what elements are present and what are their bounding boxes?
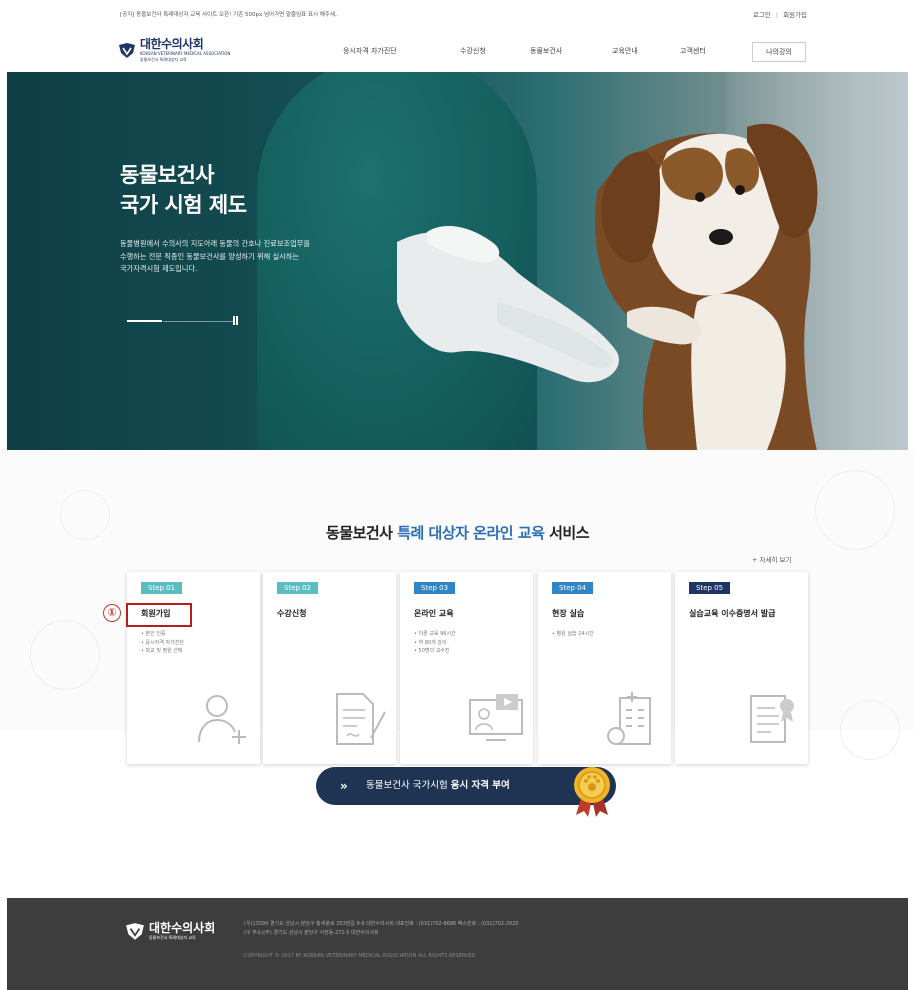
- document-sign-icon: [336, 693, 386, 745]
- more-link[interactable]: + 자세히 보기: [752, 554, 791, 564]
- notice-text[interactable]: [공지] 동물보건사 특례대상자 교육 사이트 오픈! 기존 500px 넘어가…: [120, 10, 339, 18]
- hero-title-line2: 국가 시험 제도: [120, 193, 247, 217]
- footer-address-line1: (우)13590 경기도 성남시 분당구 황새울로 353번길 9-6 대한수의…: [244, 921, 519, 927]
- step-badge: Step 02: [277, 582, 319, 594]
- site-footer: 대한수의사회 동물보건사 특례대상자 교육 (우)13590 경기도 성남시 분…: [7, 898, 908, 990]
- step-detail-item: • 약 80개 강의: [414, 639, 447, 646]
- hero-desc-line1: 동물병원에서 수의사의 지도아래 동물의 간호나 진료보조업무를: [120, 239, 310, 248]
- step-badge: Step 05: [689, 582, 731, 594]
- nav-customer-center[interactable]: 고객센터: [680, 46, 706, 56]
- double-chevron-right-icon: »: [340, 779, 348, 793]
- step-detail-item: • 학교 및 병원 선택: [141, 648, 183, 654]
- qualification-text: 동물보건사 국가시험: [366, 780, 451, 791]
- step-card-1[interactable]: Step 01 회원가입 • 본인 인증 • 응시자격 자가진단 • 학교 및 …: [127, 572, 260, 764]
- service-title-part1: 동물보건사: [325, 524, 398, 542]
- step-details: • 병원 실습 24시간: [552, 630, 594, 639]
- step-details: • 본인 인증 • 응시자격 자가진단 • 학교 및 병원 선택: [141, 630, 184, 656]
- hero-title-line1: 동물보건사: [120, 163, 215, 187]
- pause-icon[interactable]: [233, 316, 239, 325]
- my-course-button[interactable]: 나의강의: [752, 42, 806, 62]
- step-detail-item: • 본인 인증: [141, 631, 166, 637]
- step-detail-item: • 응시자격 자가진단: [141, 639, 184, 646]
- step-name: 온라인 교육: [414, 609, 454, 618]
- step-marker-1: ①: [103, 604, 121, 622]
- nav-vet-nurse[interactable]: 동물보건사: [530, 46, 562, 56]
- signup-link[interactable]: 회원가입: [783, 11, 807, 19]
- step-card-2[interactable]: Step 02 수강신청: [263, 572, 396, 764]
- hero-description: 동물병원에서 수의사의 지도아래 동물의 간호나 진료보조업무를 수행하는 전문…: [120, 238, 410, 276]
- site-header: 대한수의사회 KOREAN VETERINARY MEDICAL ASSOCIA…: [0, 30, 915, 72]
- auth-links: 로그인 | 회원가입: [753, 9, 807, 19]
- hero-desc-line3: 국가자격시험 제도입니다.: [120, 264, 198, 273]
- footer-logo-subtitle: 동물보건사 특례대상자 교육: [149, 935, 196, 940]
- step-badge: Step 03: [414, 582, 456, 594]
- auth-separator: |: [775, 11, 779, 19]
- step-name: 수강신청: [277, 609, 307, 618]
- service-section: 동물보건사 특례 대상자 온라인 교육 서비스 + 자세히 보기 Step 01…: [0, 450, 915, 764]
- service-title: 동물보건사 특례 대상자 온라인 교육 서비스: [0, 522, 915, 543]
- qualification-text-bold: 응시 자격 부여: [450, 780, 510, 791]
- main-nav: 응시자격 자가진단 수강신청 동물보건사 교육안내 고객센터 나의강의: [0, 42, 915, 62]
- puppy-image: [397, 123, 818, 450]
- footer-logo-title: 대한수의사회: [149, 921, 216, 935]
- step-badge: Step 01: [141, 582, 183, 594]
- top-bar: [공지] 동물보건사 특례대상자 교육 사이트 오픈! 기존 500px 넘어가…: [0, 0, 915, 30]
- footer-address: (우)13590 경기도 성남시 분당구 황새울로 353번길 9-6 대한수의…: [244, 920, 519, 938]
- step-name: 현장 실습: [552, 609, 585, 618]
- medal-icon: [574, 767, 610, 817]
- step-detail-item: • 병원 실습 24시간: [552, 631, 594, 637]
- slider-progress-active: [127, 320, 162, 322]
- hero-title: 동물보건사 국가 시험 제도: [120, 160, 247, 220]
- nav-self-diagnosis[interactable]: 응시자격 자가진단: [343, 46, 397, 56]
- vet-shield-icon: [126, 922, 144, 940]
- slider-progress-track[interactable]: [163, 320, 233, 322]
- footer-logo[interactable]: 대한수의사회 동물보건사 특례대상자 교육: [125, 922, 215, 941]
- nav-education-info[interactable]: 교육안내: [612, 46, 638, 56]
- hero-desc-line2: 수행하는 전문 직종인 동물보건사를 양성하기 위해 실시하는: [120, 251, 300, 261]
- certificate-icon: [750, 695, 794, 743]
- hero-banner: 동물보건사 국가 시험 제도 동물병원에서 수의사의 지도아래 동물의 간호나 …: [7, 72, 908, 450]
- step-card-5[interactable]: Step 05 실습교육 이수증명서 발급: [675, 572, 808, 764]
- qualification-label: 동물보건사 국가시험 응시 자격 부여: [366, 767, 510, 805]
- login-link[interactable]: 로그인: [753, 11, 771, 19]
- step-card-4[interactable]: Step 04 현장 실습 • 병원 실습 24시간: [538, 572, 671, 764]
- highlight-box-signup: [126, 603, 192, 627]
- service-title-highlight: 특례 대상자 온라인 교육: [397, 524, 545, 542]
- step-badge: Step 04: [552, 582, 594, 594]
- footer-copyright: COPYRIGHT © 2017 BY KOREAN VETERINARY ME…: [244, 953, 476, 959]
- step-detail-item: • 50명의 교수진: [414, 648, 450, 654]
- step-details: • 이론 교육 96시간 • 약 80개 강의 • 50명의 교수진: [414, 630, 456, 656]
- step-detail-item: • 이론 교육 96시간: [414, 631, 456, 637]
- nav-registration[interactable]: 수강신청: [460, 46, 486, 56]
- footer-address-line2: (구 주소)(주) 경기도 성남시 분당구 서현동 272-5 대한수의사회: [244, 930, 379, 936]
- bg-decoration-circle: [840, 700, 900, 760]
- bg-decoration-circle: [30, 620, 100, 690]
- step-card-3[interactable]: Step 03 온라인 교육 • 이론 교육 96시간 • 약 80개 강의 •…: [400, 572, 533, 764]
- online-lecture-icon: [469, 694, 523, 741]
- hospital-icon: [607, 692, 651, 745]
- slider-controls: [127, 316, 239, 326]
- service-title-part2: 서비스: [544, 524, 590, 542]
- step-name: 실습교육 이수증명서 발급: [689, 609, 776, 618]
- user-add-icon: [198, 695, 246, 744]
